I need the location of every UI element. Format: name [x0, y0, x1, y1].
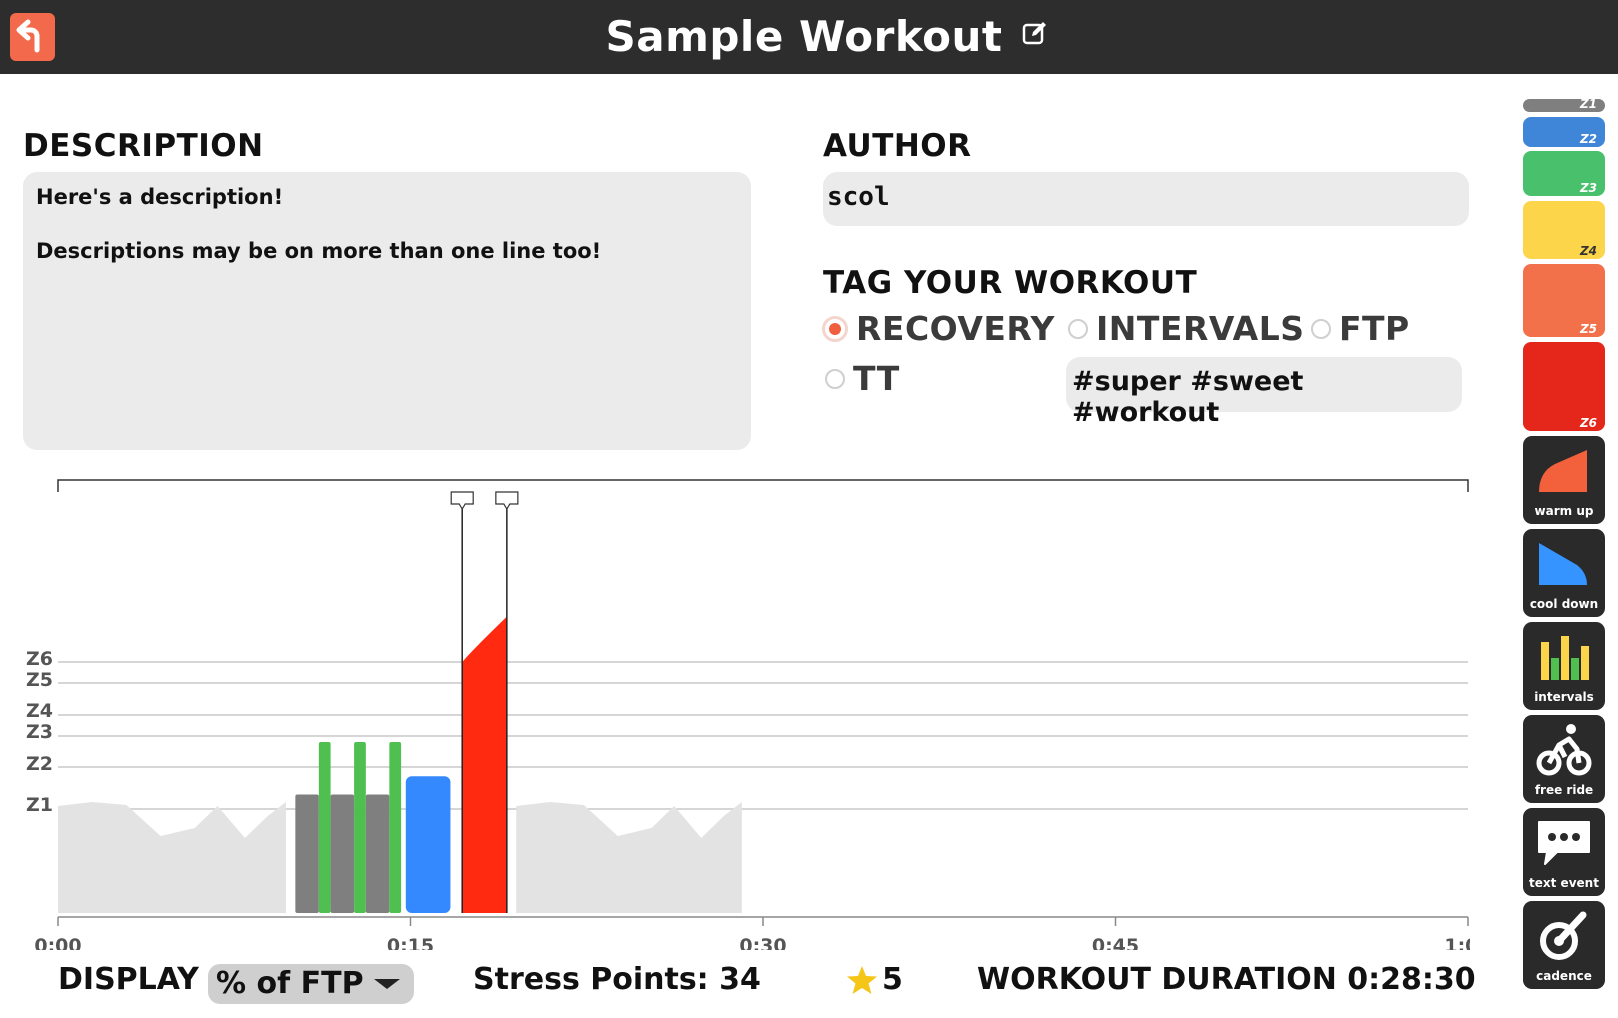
- zone-label: Z3: [26, 721, 53, 743]
- interval-segment: [354, 742, 366, 913]
- interval-segment: [365, 794, 390, 913]
- description-line: Descriptions may be on more than one lin…: [36, 239, 602, 263]
- workout-duration: WORKOUT DURATION 0:28:30: [977, 962, 1476, 997]
- radio-icon: [1068, 318, 1088, 339]
- zone-label: Z6: [26, 648, 53, 670]
- x-tick-label: 1:00: [1444, 935, 1470, 950]
- zone-button-z6[interactable]: Z6: [1523, 342, 1605, 431]
- description-heading: DESCRIPTION: [23, 128, 264, 164]
- zone-label: Z1: [26, 794, 53, 816]
- edit-icon[interactable]: [1022, 20, 1048, 46]
- zone-button-z4[interactable]: Z4: [1523, 201, 1605, 259]
- free-ride-button[interactable]: free ride: [1523, 715, 1605, 803]
- description-line: Here's a description!: [36, 185, 284, 209]
- ramp-segment: [462, 616, 507, 913]
- x-tick-label: 0:45: [1092, 935, 1139, 950]
- radio-icon: [825, 368, 845, 389]
- star-count: 5: [882, 962, 903, 997]
- cool-down-button[interactable]: cool down: [1523, 529, 1605, 617]
- interval-segment: [330, 794, 355, 913]
- cool-down-icon: [1539, 543, 1587, 585]
- text-event-marker-icon: [495, 491, 519, 511]
- chart-frame: [57, 479, 1469, 492]
- display-value: % of FTP: [216, 966, 364, 1001]
- intervals-button[interactable]: intervals: [1523, 622, 1605, 710]
- display-label: DISPLAY: [58, 962, 199, 997]
- warm-up-icon: [1539, 450, 1587, 492]
- hashtags-field[interactable]: #super #sweet #workout: [1066, 357, 1462, 428]
- cadence-button[interactable]: cadence: [1523, 901, 1605, 989]
- placeholder-segment: [516, 802, 742, 913]
- stress-points: Stress Points: 34: [473, 962, 761, 997]
- tag-heading: TAG YOUR WORKOUT: [823, 265, 1198, 301]
- tag-radio-recovery[interactable]: RECOVERY: [822, 309, 1055, 348]
- tag-radio-ftp[interactable]: FTP: [1311, 309, 1410, 348]
- placeholder-segment: [58, 802, 286, 913]
- cadence-icon: [1540, 911, 1587, 960]
- author-field[interactable]: scol: [823, 172, 1469, 226]
- zone-button-z2[interactable]: Z2: [1523, 117, 1605, 147]
- rating: 5: [846, 962, 903, 997]
- zone-button-z1[interactable]: Z1: [1523, 97, 1605, 112]
- zone-label: Z4: [26, 700, 53, 722]
- chevron-down-icon: [374, 979, 400, 989]
- author-heading: AUTHOR: [823, 128, 972, 164]
- header-bar: Sample Workout: [0, 0, 1618, 74]
- cyclist-icon: [1536, 724, 1592, 776]
- zone-button-z5[interactable]: Z5: [1523, 264, 1605, 337]
- zone-label: Z5: [26, 669, 53, 691]
- x-tick-label: 0:15: [387, 935, 434, 950]
- workout-title: Sample Workout: [605, 12, 1003, 61]
- description-field[interactable]: Here's a description! Descriptions may b…: [23, 172, 751, 450]
- star-icon: [847, 965, 877, 994]
- tag-radio-intervals[interactable]: INTERVALS: [1068, 309, 1305, 348]
- warm-up-button[interactable]: warm up: [1523, 436, 1605, 524]
- interval-segment: [318, 742, 331, 913]
- speech-bubble-icon: [1538, 821, 1590, 865]
- workout-chart[interactable]: Z6Z5 Z4Z3 Z2 Z1 0:00 0:15 0:30 0:45 1:00: [0, 470, 1470, 950]
- x-tick-label: 0:30: [739, 935, 786, 950]
- zone-label: Z2: [26, 753, 53, 775]
- radio-icon: [1311, 318, 1331, 339]
- tag-radio-tt[interactable]: TT: [825, 359, 900, 398]
- radio-selected-icon: [822, 315, 848, 342]
- intervals-icon: [1541, 636, 1589, 680]
- display-dropdown[interactable]: % of FTP: [208, 964, 414, 1004]
- x-tick-label: 0:00: [34, 935, 81, 950]
- text-event-button[interactable]: text event: [1523, 808, 1605, 896]
- interval-segment: [405, 776, 451, 913]
- zone-button-z3[interactable]: Z3: [1523, 151, 1605, 196]
- interval-segment: [295, 794, 319, 913]
- interval-segment: [389, 742, 402, 913]
- text-event-marker-icon: [450, 491, 474, 511]
